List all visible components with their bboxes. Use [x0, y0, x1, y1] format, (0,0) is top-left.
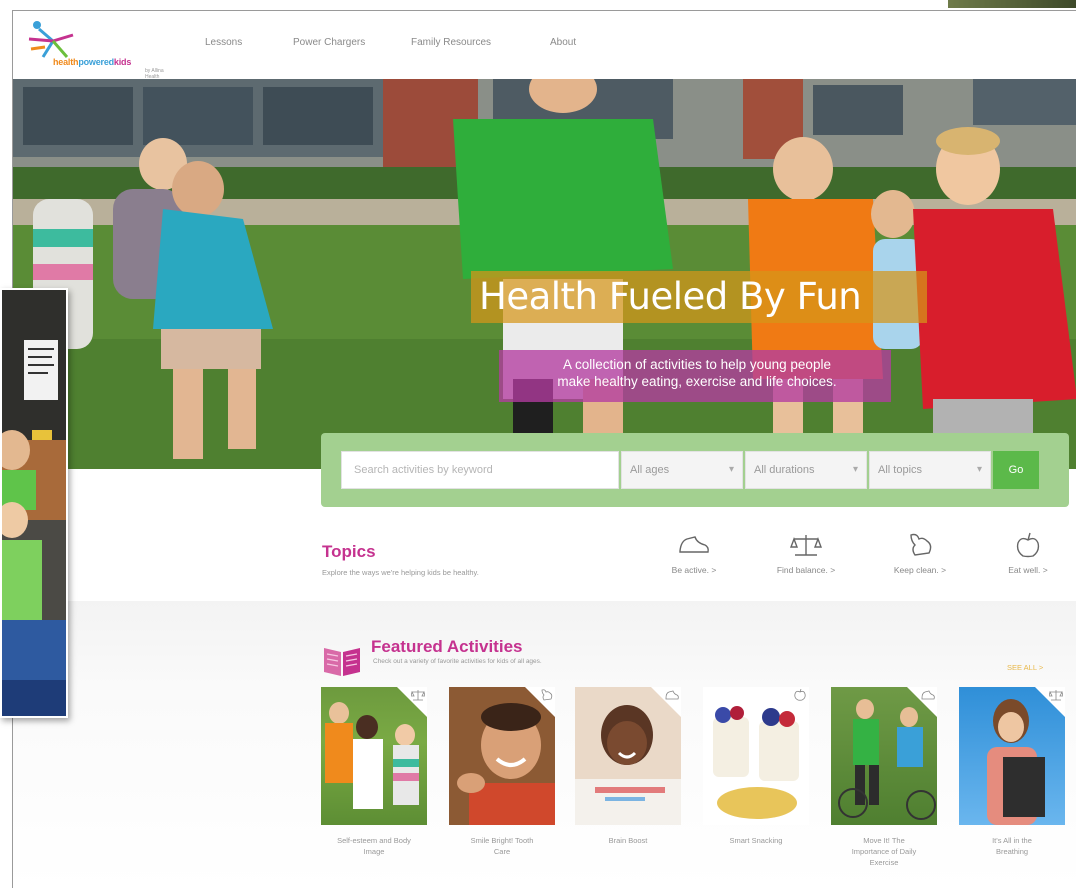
topic-find-balance[interactable]: Find balance. > — [761, 531, 851, 575]
activity-thumbnail — [703, 687, 809, 825]
nav-about[interactable]: About — [550, 37, 576, 48]
website-window: healthpoweredkids by Allina Health Lesso… — [12, 10, 1076, 888]
activity-thumbnail — [449, 687, 555, 825]
keyword-search-input[interactable]: Search activities by keyword — [341, 451, 619, 489]
activity-thumbnail — [831, 687, 937, 825]
chevron-down-icon: ▾ — [728, 464, 734, 475]
topics-select[interactable]: All topics ▾ — [869, 451, 991, 489]
activity-caption: Brain Boost — [608, 836, 648, 845]
chevron-down-icon: ▾ — [976, 464, 982, 475]
sneaker-icon — [665, 690, 679, 700]
topics-subheading: Explore the ways we're helping kids be h… — [322, 568, 479, 577]
hero-subtitle: A collection of activities to help young… — [499, 350, 891, 402]
nav-family-resources[interactable]: Family Resources — [411, 37, 491, 48]
hero-subtitle-line-1: A collection of activities to help young… — [563, 357, 831, 372]
durations-select-value: All durations — [754, 464, 815, 476]
topic-label: Keep clean. > — [893, 565, 947, 575]
sneaker-icon — [679, 536, 709, 553]
featured-activities-heading: Featured Activities — [371, 637, 523, 656]
activity-card[interactable]: Self-esteem and Body Image — [321, 687, 427, 857]
topic-label: Find balance. > — [776, 565, 836, 575]
see-all-link[interactable]: SEE ALL > — [1007, 663, 1043, 672]
hero-subtitle-line-2: make healthy eating, exercise and life c… — [557, 374, 837, 389]
topic-be-active[interactable]: Be active. > — [649, 531, 739, 575]
activity-caption: Self-esteem and Body Image — [337, 836, 411, 856]
activity-card[interactable]: Brain Boost — [575, 687, 681, 846]
ages-select[interactable]: All ages ▾ — [621, 451, 743, 489]
site-header: healthpoweredkids by Allina Health Lesso… — [13, 11, 1076, 80]
activity-thumbnail — [575, 687, 681, 825]
ages-select-value: All ages — [630, 464, 670, 476]
classroom-photo — [0, 288, 68, 718]
activity-card[interactable]: Smile Bright! Tooth Care — [449, 687, 555, 857]
corner-photo — [948, 0, 1076, 8]
apple-icon — [794, 689, 806, 701]
sneaker-icon — [921, 690, 935, 700]
activity-thumbnail — [959, 687, 1065, 825]
activity-caption: Smile Bright! Tooth Care — [470, 836, 534, 856]
activity-thumbnail — [321, 687, 427, 825]
scale-icon — [789, 535, 823, 556]
topic-eat-well[interactable]: Eat well. > — [983, 531, 1073, 575]
activity-caption: It's All in the Breathing — [992, 836, 1032, 856]
apple-icon — [1016, 532, 1040, 558]
hero-banner: Health Fueled By Fun A collection of act… — [13, 79, 1076, 469]
muscle-arm-icon — [910, 533, 932, 556]
topics-select-value: All topics — [878, 464, 923, 476]
scale-icon — [1049, 690, 1063, 701]
hero-title: Health Fueled By Fun — [471, 271, 927, 323]
activity-card[interactable]: Move It! The Importance of Daily Exercis… — [831, 687, 937, 868]
topics-heading: Topics — [322, 542, 376, 561]
durations-select[interactable]: All durations ▾ — [745, 451, 867, 489]
scale-icon — [411, 690, 425, 701]
activity-caption: Move It! The Importance of Daily Exercis… — [851, 836, 917, 867]
logo-wordmark: healthpoweredkids — [53, 57, 132, 67]
go-button[interactable]: Go — [993, 451, 1039, 489]
topic-label: Be active. > — [671, 565, 717, 575]
activity-card[interactable]: It's All in the Breathing — [959, 687, 1065, 857]
featured-activities-subheading: Check out a variety of favorite activiti… — [373, 658, 542, 665]
open-book-icon — [324, 648, 360, 676]
screenshot-canvas: healthpoweredkids by Allina Health Lesso… — [0, 0, 1076, 888]
chevron-down-icon: ▾ — [852, 464, 858, 475]
activity-caption: Smart Snacking — [729, 836, 783, 845]
muscle-arm-icon — [541, 689, 553, 701]
activity-card[interactable]: Smart Snacking — [703, 687, 809, 846]
nav-lessons[interactable]: Lessons — [205, 37, 242, 48]
topic-keep-clean[interactable]: Keep clean. > — [875, 531, 965, 575]
site-logo[interactable]: healthpoweredkids by Allina Health — [27, 17, 177, 80]
nav-power-chargers[interactable]: Power Chargers — [293, 37, 365, 48]
activity-search-bar: Search activities by keyword All ages ▾ … — [321, 433, 1069, 507]
topic-label: Eat well. > — [1008, 565, 1048, 575]
